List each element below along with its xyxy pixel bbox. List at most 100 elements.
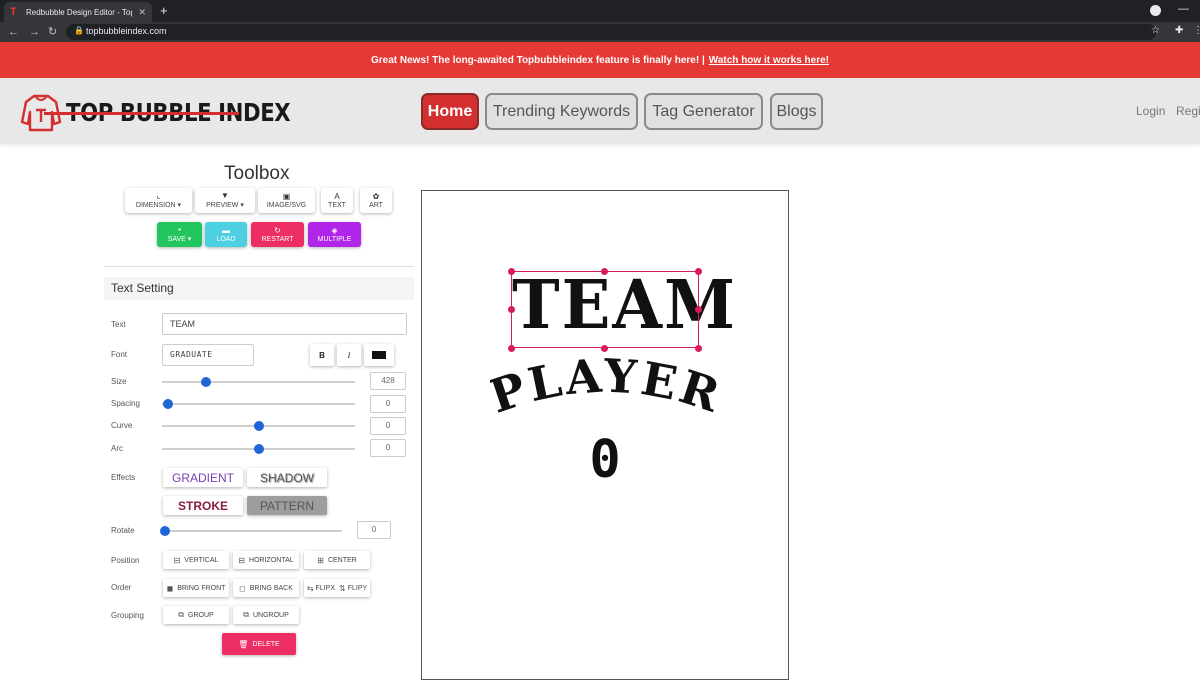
forward-icon[interactable]: → <box>29 25 40 39</box>
load-button[interactable]: ▬ LOAD <box>205 222 247 247</box>
rotate-slider[interactable] <box>162 530 342 532</box>
size-slider-handle[interactable] <box>201 377 211 387</box>
arc-slider-handle[interactable] <box>254 444 264 454</box>
canvas-text-number[interactable]: 0 <box>585 430 625 490</box>
extensions-icon[interactable]: ✚ <box>1175 25 1183 36</box>
color-picker[interactable] <box>364 344 394 366</box>
multiple-button[interactable]: ◈ MULTIPLE <box>308 222 361 247</box>
tshirt-icon: ▼ <box>221 191 229 200</box>
bring-front-icon: ◼ <box>166 583 174 593</box>
image-svg-button[interactable]: ▣ IMAGE/SVG <box>258 188 315 213</box>
vertical-button[interactable]: ⊟ VERTICAL <box>163 551 229 569</box>
shadow-button[interactable]: SHADOW <box>247 468 327 487</box>
flipy-icon: ⇅ <box>339 583 346 593</box>
save-button[interactable]: ▪ SAVE ▾ <box>157 222 202 247</box>
bring-back-button[interactable]: ◻ BRING BACK <box>233 579 299 597</box>
restart-button[interactable]: ↻ RESTART <box>251 222 304 247</box>
art-button[interactable]: ✿ ART <box>360 188 392 213</box>
resize-handle[interactable] <box>508 268 515 275</box>
nav-trending-keywords[interactable]: Trending Keywords <box>485 93 638 130</box>
save-icon: ▪ <box>178 225 181 234</box>
refresh-icon: ↻ <box>274 225 281 235</box>
color-swatch <box>372 351 386 359</box>
text-button[interactable]: A TEXT <box>321 188 353 213</box>
pattern-button[interactable]: PATTERN <box>247 496 327 515</box>
spacing-slider-handle[interactable] <box>163 399 173 409</box>
announcement-link[interactable]: Watch how it works here! <box>709 55 829 66</box>
player-text-path: PLAYER <box>490 356 722 424</box>
back-icon[interactable]: ← <box>8 25 19 39</box>
new-tab-button[interactable]: + <box>160 3 168 19</box>
align-vertical-icon: ⊟ <box>173 555 181 565</box>
size-slider[interactable] <box>162 381 355 383</box>
close-icon[interactable]: ✕ <box>138 7 146 18</box>
rotate-label: Rotate <box>111 526 135 535</box>
italic-button[interactable]: I <box>337 344 361 366</box>
reload-icon[interactable]: ↻ <box>48 25 57 39</box>
site-favicon-icon: T <box>10 6 17 18</box>
minimize-button[interactable]: — <box>1178 3 1189 15</box>
bookmark-star-icon[interactable]: ☆ <box>1151 25 1160 36</box>
grouping-label: Grouping <box>111 611 144 620</box>
align-horizontal-icon: ⊟ <box>238 555 246 565</box>
group-button[interactable]: ⧉ GROUP <box>163 606 229 624</box>
selection-box[interactable] <box>511 271 699 348</box>
resize-handle[interactable] <box>508 345 515 352</box>
register-link[interactable]: Regi <box>1176 104 1200 118</box>
stroke-button[interactable]: STROKE <box>163 496 243 515</box>
bring-front-button[interactable]: ◼ BRING FRONT <box>163 579 229 597</box>
text-setting-header: Text Setting <box>104 277 414 300</box>
crop-icon: ⌞ <box>156 191 161 200</box>
resize-handle[interactable] <box>601 268 608 275</box>
curve-slider-handle[interactable] <box>254 421 264 431</box>
curve-input[interactable]: 0 <box>370 417 406 435</box>
logo-underline <box>44 112 239 115</box>
align-center-icon: ⊞ <box>317 555 324 565</box>
toolbox-title: Toolbox <box>224 163 290 184</box>
nav-tag-generator[interactable]: Tag Generator <box>644 93 763 130</box>
profile-icon[interactable] <box>1150 5 1161 16</box>
browser-toolbar: ← → ↻ 🔒 topbubbleindex.com ☆ ✚ ⋮ <box>0 22 1200 42</box>
address-bar[interactable]: 🔒 topbubbleindex.com <box>66 24 1156 40</box>
spacing-input[interactable]: 0 <box>370 395 406 413</box>
rotate-input[interactable]: 0 <box>357 521 391 539</box>
preview-button[interactable]: ▼ PREVIEW ▾ <box>195 188 255 213</box>
resize-handle[interactable] <box>695 345 702 352</box>
effects-label: Effects <box>111 473 136 482</box>
resize-handle[interactable] <box>695 268 702 275</box>
spacing-slider[interactable] <box>162 403 355 405</box>
resize-handle[interactable] <box>508 306 515 313</box>
nav-home[interactable]: Home <box>421 93 479 130</box>
bold-button[interactable]: B <box>310 344 334 366</box>
horizontal-button[interactable]: ⊟ HORIZONTAL <box>233 551 299 569</box>
browser-tab[interactable]: T Redbubble Design Editor - Topbu ✕ <box>4 2 152 22</box>
font-select[interactable]: GRADUATE <box>162 344 254 366</box>
menu-icon[interactable]: ⋮ <box>1193 25 1200 36</box>
svg-text:PLAYER: PLAYER <box>490 356 722 424</box>
delete-button[interactable]: 🗑 DELETE <box>222 633 296 655</box>
browser-tabstrip: T Redbubble Design Editor - Topbu ✕ + — <box>0 0 1200 22</box>
arc-input[interactable]: 0 <box>370 439 406 457</box>
image-icon: ▣ <box>282 191 291 201</box>
resize-handle[interactable] <box>601 345 608 352</box>
rotate-slider-handle[interactable] <box>160 526 170 536</box>
dimension-button[interactable]: ⌞ DIMENSION ▾ <box>125 188 192 213</box>
size-label: Size <box>111 377 127 386</box>
text-input[interactable]: TEAM <box>162 313 407 335</box>
announcement-bar: Great News! The long-awaited Topbubblein… <box>0 42 1200 78</box>
canvas-text-player[interactable]: PLAYER <box>490 356 722 426</box>
layers-icon: ◈ <box>331 225 338 235</box>
folder-icon: ▬ <box>222 225 230 235</box>
announcement-text: Great News! The long-awaited Topbubblein… <box>371 54 705 66</box>
flipx-button[interactable]: FLIPX <box>316 585 335 592</box>
arc-label: Arc <box>111 444 123 453</box>
nav-blogs[interactable]: Blogs <box>770 93 823 130</box>
ungroup-button[interactable]: ⧉ UNGROUP <box>233 606 299 624</box>
url-text: topbubbleindex.com <box>86 26 167 36</box>
size-input[interactable]: 428 <box>370 372 406 390</box>
flipy-button[interactable]: FLIPY <box>348 585 367 592</box>
gradient-button[interactable]: GRADIENT <box>163 468 243 487</box>
login-link[interactable]: Login <box>1136 104 1165 118</box>
resize-handle[interactable] <box>695 306 702 313</box>
center-button[interactable]: ⊞ CENTER <box>304 551 370 569</box>
